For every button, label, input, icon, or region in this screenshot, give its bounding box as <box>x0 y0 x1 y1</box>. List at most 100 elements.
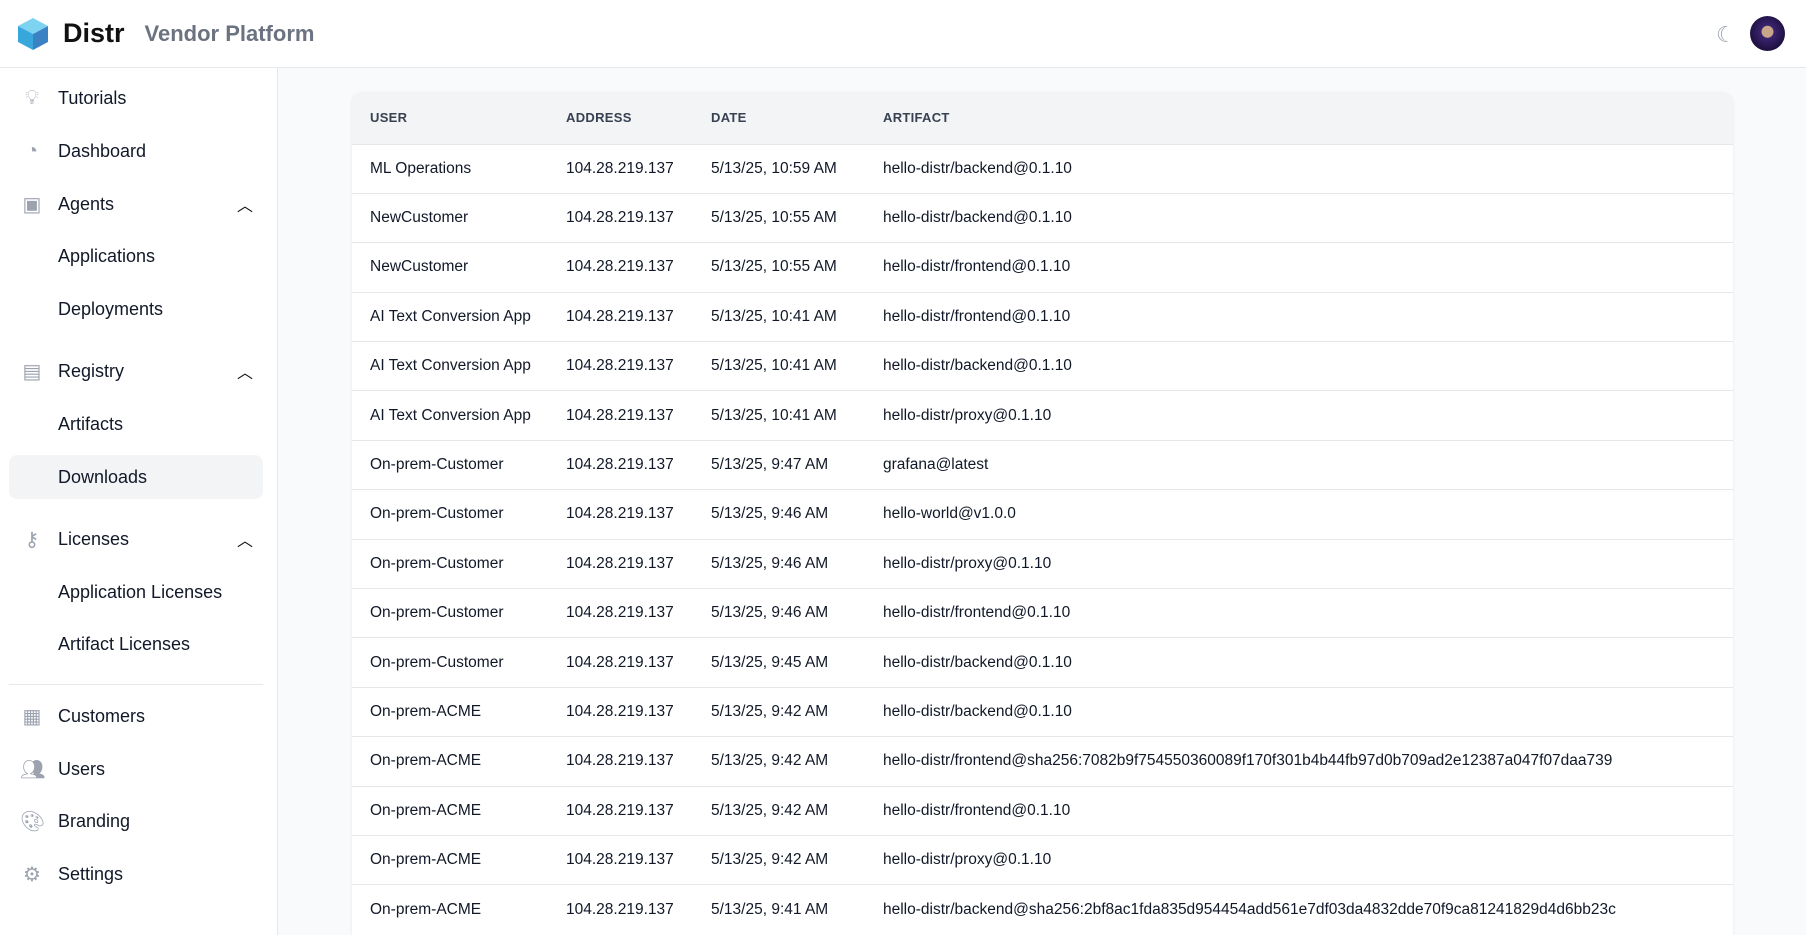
sidebar-item-registry[interactable]: ▤Registry︿ <box>9 349 263 393</box>
cell-address: 104.28.219.137 <box>566 440 711 489</box>
cell-user: AI Text Conversion App <box>352 391 566 440</box>
brand-subtitle: Vendor Platform <box>145 21 315 47</box>
chevron-up-icon[interactable]: ︿ <box>237 359 253 383</box>
cell-address: 104.28.219.137 <box>566 342 711 391</box>
boxes-icon: ▣ <box>20 192 44 217</box>
sidebar-item-deployments[interactable]: Deployments <box>9 287 263 331</box>
gauge-icon: ◔ <box>20 140 44 163</box>
cell-date: 5/13/25, 10:41 AM <box>711 292 883 341</box>
cell-user: On-prem-ACME <box>352 737 566 786</box>
chevron-up-icon[interactable]: ︿ <box>237 192 253 216</box>
cell-artifact: hello-distr/proxy@0.1.10 <box>883 391 1733 440</box>
cell-artifact: hello-distr/backend@0.1.10 <box>883 638 1733 687</box>
cell-address: 104.28.219.137 <box>566 687 711 736</box>
cell-date: 5/13/25, 9:46 AM <box>711 589 883 638</box>
table-row: AI Text Conversion App104.28.219.1375/13… <box>352 391 1733 440</box>
cell-address: 104.28.219.137 <box>566 539 711 588</box>
cell-address: 104.28.219.137 <box>566 490 711 539</box>
palette-icon: 🎨︎ <box>20 809 44 834</box>
cell-date: 5/13/25, 9:42 AM <box>711 687 883 736</box>
top-bar: Distr Vendor Platform ☾ <box>0 0 1806 68</box>
lightbulb-icon: 💡︎ <box>20 87 44 110</box>
cell-artifact: grafana@latest <box>883 440 1733 489</box>
cell-date: 5/13/25, 9:46 AM <box>711 490 883 539</box>
cell-address: 104.28.219.137 <box>566 835 711 884</box>
cell-artifact: hello-distr/proxy@0.1.10 <box>883 835 1733 884</box>
table-row: On-prem-ACME104.28.219.1375/13/25, 9:41 … <box>352 885 1733 934</box>
cell-date: 5/13/25, 10:41 AM <box>711 342 883 391</box>
cell-user: On-prem-ACME <box>352 885 566 934</box>
sidebar-item-artifacts[interactable]: Artifacts <box>9 402 263 446</box>
downloads-table: USER ADDRESS DATE ARTIFACT ML Operations… <box>352 92 1733 934</box>
cell-artifact: hello-distr/proxy@0.1.10 <box>883 539 1733 588</box>
cell-artifact: hello-distr/frontend@0.1.10 <box>883 786 1733 835</box>
cell-address: 104.28.219.137 <box>566 391 711 440</box>
cell-date: 5/13/25, 9:45 AM <box>711 638 883 687</box>
user-avatar[interactable] <box>1750 16 1785 51</box>
sidebar-item-settings[interactable]: ⚙Settings <box>9 852 263 896</box>
table-row: On-prem-Customer104.28.219.1375/13/25, 9… <box>352 490 1733 539</box>
sidebar-item-applications[interactable]: Applications <box>9 234 263 278</box>
table-row: AI Text Conversion App104.28.219.1375/13… <box>352 292 1733 341</box>
table-row: NewCustomer104.28.219.1375/13/25, 10:55 … <box>352 193 1733 242</box>
cell-date: 5/13/25, 9:42 AM <box>711 737 883 786</box>
cell-artifact: hello-distr/frontend@sha256:7082b9f75455… <box>883 737 1733 786</box>
cell-artifact: hello-distr/frontend@0.1.10 <box>883 243 1733 292</box>
sidebar-item-customers[interactable]: ▦Customers <box>9 694 263 738</box>
sidebar-item-artifact-licenses[interactable]: Artifact Licenses <box>9 622 263 666</box>
table-row: On-prem-Customer104.28.219.1375/13/25, 9… <box>352 539 1733 588</box>
cell-artifact: hello-distr/backend@sha256:2bf8ac1fda835… <box>883 885 1733 934</box>
cell-user: On-prem-Customer <box>352 440 566 489</box>
cell-user: ML Operations <box>352 144 566 193</box>
cell-artifact: hello-distr/backend@0.1.10 <box>883 687 1733 736</box>
cell-date: 5/13/25, 9:42 AM <box>711 835 883 884</box>
chevron-up-icon[interactable]: ︿ <box>237 527 253 551</box>
table-row: On-prem-ACME104.28.219.1375/13/25, 9:42 … <box>352 835 1733 884</box>
cell-artifact: hello-world@v1.0.0 <box>883 490 1733 539</box>
cell-address: 104.28.219.137 <box>566 638 711 687</box>
cell-user: On-prem-Customer <box>352 539 566 588</box>
cell-date: 5/13/25, 9:41 AM <box>711 885 883 934</box>
archive-icon: ▤ <box>20 359 44 384</box>
sidebar-item-application-licenses[interactable]: Application Licenses <box>9 570 263 614</box>
sidebar: 💡︎Tutorials ◔Dashboard ▣Agents︿ Applicat… <box>0 68 278 935</box>
table-row: On-prem-ACME104.28.219.1375/13/25, 9:42 … <box>352 687 1733 736</box>
cell-user: NewCustomer <box>352 193 566 242</box>
sidebar-item-users[interactable]: 👥︎Users <box>9 747 263 791</box>
cell-artifact: hello-distr/backend@0.1.10 <box>883 193 1733 242</box>
sidebar-item-agents[interactable]: ▣Agents︿ <box>9 182 263 226</box>
distr-logo-icon <box>17 17 49 51</box>
sidebar-item-dashboard[interactable]: ◔Dashboard <box>9 129 263 173</box>
table-row: On-prem-ACME104.28.219.1375/13/25, 9:42 … <box>352 786 1733 835</box>
cell-date: 5/13/25, 10:55 AM <box>711 243 883 292</box>
cell-artifact: hello-distr/backend@0.1.10 <box>883 342 1733 391</box>
cell-date: 5/13/25, 10:55 AM <box>711 193 883 242</box>
brand-name: Distr <box>63 18 125 49</box>
cell-artifact: hello-distr/frontend@0.1.10 <box>883 292 1733 341</box>
cell-address: 104.28.219.137 <box>566 786 711 835</box>
table-row: AI Text Conversion App104.28.219.1375/13… <box>352 342 1733 391</box>
sidebar-item-branding[interactable]: 🎨︎Branding <box>9 799 263 843</box>
cell-user: On-prem-Customer <box>352 490 566 539</box>
contact-book-icon: ▦ <box>20 704 44 729</box>
sidebar-item-downloads[interactable]: Downloads <box>9 455 263 499</box>
cell-date: 5/13/25, 9:42 AM <box>711 786 883 835</box>
column-header-artifact: ARTIFACT <box>883 92 1733 144</box>
cell-user: On-prem-ACME <box>352 786 566 835</box>
cell-date: 5/13/25, 10:59 AM <box>711 144 883 193</box>
users-icon: 👥︎ <box>20 757 44 782</box>
cell-user: AI Text Conversion App <box>352 342 566 391</box>
cell-user: On-prem-Customer <box>352 638 566 687</box>
sidebar-item-tutorials[interactable]: 💡︎Tutorials <box>9 76 263 120</box>
key-icon: ⚷ <box>20 527 44 552</box>
dark-mode-toggle-moon-icon[interactable]: ☾ <box>1716 22 1736 48</box>
sidebar-divider <box>9 684 263 685</box>
sidebar-item-licenses[interactable]: ⚷Licenses︿ <box>9 517 263 561</box>
table-row: On-prem-Customer104.28.219.1375/13/25, 9… <box>352 589 1733 638</box>
cell-address: 104.28.219.137 <box>566 243 711 292</box>
downloads-table-card: USER ADDRESS DATE ARTIFACT ML Operations… <box>352 92 1733 935</box>
cell-artifact: hello-distr/frontend@0.1.10 <box>883 589 1733 638</box>
column-header-date: DATE <box>711 92 883 144</box>
cell-address: 104.28.219.137 <box>566 292 711 341</box>
cell-address: 104.28.219.137 <box>566 885 711 934</box>
